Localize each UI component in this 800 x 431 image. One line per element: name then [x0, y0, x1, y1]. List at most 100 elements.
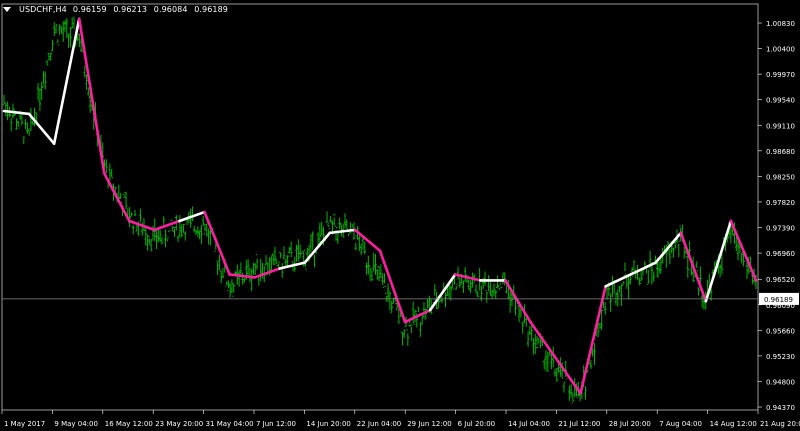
price-bar	[550, 353, 553, 370]
price-bar	[535, 336, 539, 349]
price-bar	[78, 33, 81, 48]
price-bar	[69, 27, 72, 48]
price-bar	[40, 81, 43, 101]
x-tick-label: 28 Jul 20:00	[609, 420, 651, 428]
y-tick-label: 0.99540	[766, 97, 795, 105]
price-bar	[489, 282, 492, 296]
price-bar	[192, 225, 196, 233]
price-bar	[627, 277, 630, 299]
x-tick-label: 1 May 2017	[4, 420, 45, 428]
price-bar	[672, 247, 675, 258]
price-bar	[444, 292, 447, 308]
indicator-segment	[328, 228, 357, 235]
price-bar	[52, 22, 56, 37]
price-bar	[300, 250, 304, 255]
price-bar	[368, 265, 372, 281]
price-bar	[230, 279, 234, 297]
price-axis[interactable]: 1.00830 1.00400 0.99970 0.99540 0.99110 0.986…	[758, 20, 795, 412]
chart-window[interactable]: USDCHF,H4 0.96159 0.96213 0.96084 0.9618…	[0, 0, 800, 431]
price-bar	[70, 17, 74, 29]
price-bar	[42, 70, 45, 87]
price-bar	[22, 136, 26, 145]
price-bar	[729, 226, 733, 244]
price-bar	[422, 302, 426, 318]
y-tick-label: 1.00830	[766, 20, 795, 28]
price-bar	[390, 300, 393, 314]
price-bar	[183, 231, 187, 241]
price-bar	[343, 213, 347, 229]
price-bar	[43, 71, 47, 90]
indicator-segment	[27, 112, 56, 145]
plot-area[interactable]	[1, 3, 759, 411]
indicator-segment	[579, 285, 607, 395]
y-tick-label: 0.96520	[766, 276, 795, 284]
price-bar	[200, 225, 203, 245]
price-bar	[417, 306, 420, 315]
price-bar	[462, 280, 465, 294]
price-bar	[72, 16, 76, 29]
x-tick-label: 23 May 20:00	[155, 420, 203, 428]
price-bar	[180, 224, 183, 238]
price-bar	[456, 266, 460, 280]
price-bar	[487, 275, 490, 292]
x-tick-label: 9 May 04:00	[54, 420, 98, 428]
x-tick-label: 6 Jul 20:00	[458, 420, 496, 428]
y-tick-label: 0.94370	[766, 404, 795, 412]
price-bar	[415, 310, 419, 328]
price-bar	[218, 254, 221, 271]
price-bar	[24, 119, 27, 129]
y-tick-label: 1.00400	[766, 46, 795, 54]
price-bar	[166, 237, 169, 242]
price-bar	[191, 206, 194, 221]
x-tick-label: 31 May 04:00	[206, 420, 254, 428]
y-tick-label: 0.98680	[766, 148, 795, 156]
price-bar	[374, 254, 377, 275]
price-bar	[620, 283, 623, 306]
price-bar	[621, 281, 625, 286]
indicator-segment	[378, 249, 407, 324]
price-bar	[734, 237, 738, 252]
price-bar	[201, 215, 205, 226]
price-bar	[54, 24, 58, 34]
indicator-segment	[529, 320, 557, 359]
indicator-segment	[679, 231, 708, 303]
price-bar	[438, 299, 442, 303]
time-axis[interactable]: 1 May 2017 9 May 04:00 16 May 12:00 23 May …	[1, 410, 800, 428]
price-bar	[388, 290, 392, 311]
price-bar	[221, 267, 225, 279]
price-bar	[454, 283, 458, 290]
price-bar	[718, 264, 722, 278]
price-bar	[130, 212, 133, 217]
price-bar	[250, 268, 253, 292]
indicator-segment	[278, 261, 307, 270]
price-bar	[51, 39, 54, 52]
price-bar	[288, 246, 291, 257]
price-bar	[273, 246, 277, 266]
indicator-segment	[704, 219, 733, 303]
price-bar	[275, 258, 279, 266]
price-bar	[228, 283, 232, 298]
indicator-segment	[428, 273, 457, 312]
y-tick-label: 0.97820	[766, 199, 795, 207]
price-bar	[354, 242, 358, 250]
indicator-segment	[253, 267, 282, 279]
price-bar	[546, 351, 550, 372]
price-bar	[38, 88, 42, 112]
price-bar	[289, 241, 293, 258]
y-tick-label: 0.97390	[766, 225, 795, 233]
x-tick-label: 22 Jun 04:00	[357, 420, 401, 428]
price-bar	[207, 228, 210, 245]
price-bar	[476, 290, 480, 298]
price-chart[interactable]: 1.00830 1.00400 0.99970 0.99540 0.99110 0.986…	[0, 0, 800, 431]
current-price-label: 0.96189	[764, 296, 793, 304]
price-bar	[282, 246, 286, 260]
price-bar	[372, 252, 376, 272]
price-bar	[611, 275, 614, 298]
x-tick-label: 7 Aug 04:00	[659, 420, 702, 428]
price-bars	[2, 16, 758, 404]
price-bar	[327, 222, 331, 230]
price-bar	[514, 299, 517, 316]
price-bar	[618, 285, 621, 293]
price-bar	[264, 255, 268, 266]
price-bar	[56, 39, 60, 46]
